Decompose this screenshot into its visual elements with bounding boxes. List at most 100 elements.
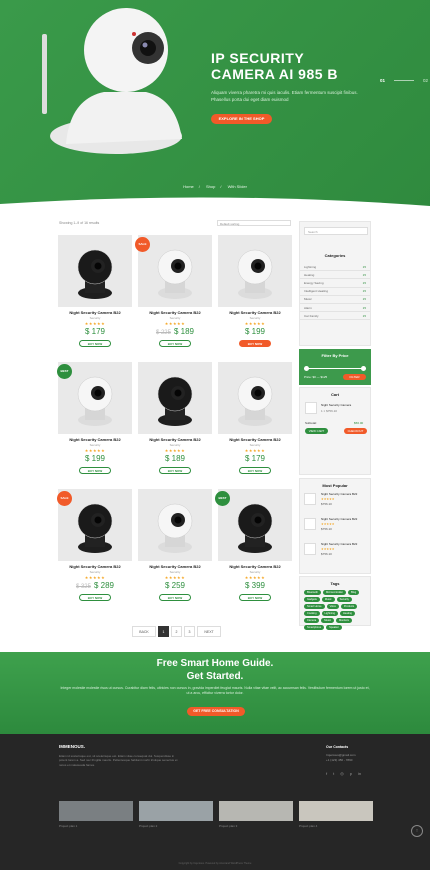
category-name[interactable]: Alarm [304,306,312,310]
tag-chip[interactable]: Monitors [336,618,352,623]
product-category[interactable]: Security [138,570,212,574]
popular-item[interactable]: Night Security Camera B22 ★★★★★ $756.10 [304,491,366,513]
popular-name[interactable]: Night Security Camera B22 [321,542,357,546]
tag-chip[interactable]: Voice [326,604,339,609]
search-input[interactable]: Search [304,227,368,235]
product-name[interactable]: Night Security Camera B22 [218,310,292,315]
facebook-icon[interactable]: f [326,771,327,776]
tag-chip[interactable]: Cooking [304,611,320,616]
project-label[interactable]: Project plan 1 [59,824,77,828]
buy-now-button[interactable]: BUY NOW [239,594,271,601]
slide-1[interactable]: 01 [380,78,385,83]
product-category[interactable]: Security [218,443,292,447]
scroll-top-icon[interactable]: ↑ [411,825,423,837]
slider-handle-max[interactable] [361,366,366,371]
product-name[interactable]: Night Security Camera B22 [138,564,212,569]
product-category[interactable]: Security [218,570,292,574]
product-card[interactable]: Night Security Camera B22 Security ★★★★★… [138,235,212,355]
project-label[interactable]: Project plan 2 [139,824,157,828]
twitter-icon[interactable]: t [333,771,334,776]
product-name[interactable]: Night Security Camera B22 [218,564,292,569]
product-image[interactable] [58,235,132,307]
popular-thumb[interactable] [304,493,316,505]
price-slider[interactable] [304,368,366,369]
popular-name[interactable]: Night Security Camera B22 [321,517,357,521]
product-name[interactable]: Night Security Camera B22 [218,437,292,442]
tag-chip[interactable]: Lightning [321,611,339,616]
product-category[interactable]: Security [218,316,292,320]
product-card[interactable]: Night Security Camera B22 Security ★★★★★… [58,489,132,609]
page-2[interactable]: 2 [171,626,182,637]
footer-logo[interactable]: IMMENOUS. [59,744,85,749]
buy-now-button[interactable]: BUY NOW [159,340,191,347]
product-name[interactable]: Night Security Camera B22 [58,564,132,569]
prev-page-button[interactable]: BACK [132,626,156,637]
explore-shop-button[interactable]: EXPLORE IN THE SHOP [211,114,272,124]
view-cart-button[interactable]: VIEW CART [305,428,328,434]
product-name[interactable]: Night Security Camera B22 [138,310,212,315]
category-item[interactable]: Lightning 15 [300,263,370,272]
popular-item[interactable]: Night Security Camera B22 ★★★★★ $756.10 [304,516,366,538]
product-category[interactable]: Security [58,570,132,574]
contact-phone[interactable]: +1 (123) 456 - 7890 [326,758,356,763]
pinterest-icon[interactable]: p [350,771,352,776]
tag-chip[interactable]: Heating [340,611,356,616]
buy-now-button[interactable]: BUY NOW [159,594,191,601]
product-card[interactable]: Night Security Camera B22 Security ★★★★★… [138,489,212,609]
filter-button[interactable]: FILTER [343,374,366,380]
popular-name[interactable]: Night Security Camera B22 [321,492,357,496]
tag-chip[interactable]: Bluetooth [304,590,321,595]
product-name[interactable]: Night Security Camera B22 [58,437,132,442]
slide-2[interactable]: 02 [423,78,428,83]
product-card[interactable]: Night Security Camera B22 Security ★★★★★… [58,362,132,482]
project-thumbnail[interactable] [299,801,373,821]
sort-select[interactable]: Default sorting [217,220,291,226]
product-name[interactable]: Night Security Camera B22 [58,310,132,315]
product-category[interactable]: Security [58,443,132,447]
free-consultation-button[interactable]: GET FREE CONSULTATION [187,707,245,716]
tag-chip[interactable]: Camera [304,618,320,623]
category-name[interactable]: Music [304,297,312,301]
product-category[interactable]: Security [138,316,212,320]
project-thumbnail[interactable] [139,801,213,821]
project-label[interactable]: Project plan 3 [219,824,237,828]
tag-chip[interactable]: Smart Home [304,604,325,609]
tag-chip[interactable]: Music [321,618,335,623]
product-category[interactable]: Security [58,316,132,320]
instagram-icon[interactable]: ◎ [340,771,344,776]
tag-chip[interactable]: Speaker [326,625,342,630]
project-thumbnail[interactable] [219,801,293,821]
category-item[interactable]: Energy Saving 15 [300,279,370,288]
breadcrumb-shop[interactable]: Shop [206,184,215,189]
popular-thumb[interactable] [304,543,316,555]
product-category[interactable]: Security [138,443,212,447]
product-image[interactable] [218,235,292,307]
project-label[interactable]: Project plan 4 [299,824,317,828]
buy-now-button[interactable]: BUY NOW [239,340,271,347]
product-card[interactable]: Night Security Camera B22 Security ★★★★★… [218,235,292,355]
tag-chip[interactable]: Microcontroller [322,590,346,595]
product-image[interactable] [218,362,292,434]
buy-now-button[interactable]: BUY NOW [159,467,191,474]
popular-thumb[interactable] [304,518,316,530]
buy-now-button[interactable]: BUY NOW [79,340,111,347]
tag-chip[interactable]: Blog [347,590,360,595]
buy-now-button[interactable]: BUY NOW [239,467,271,474]
category-item[interactable]: Heating 15 [300,271,370,280]
cart-item-name[interactable]: Night Security Camera [321,403,351,407]
tag-chip[interactable]: Music [321,597,335,602]
category-name[interactable]: Energy Saving [304,281,324,285]
checkout-button[interactable]: CHECKOUT [344,428,367,434]
page-3[interactable]: 3 [184,626,195,637]
category-name[interactable]: Intelligent Heating [304,289,328,293]
tag-chip[interactable]: Security [336,597,352,602]
buy-now-button[interactable]: BUY NOW [79,594,111,601]
category-item[interactable]: Car Family 15 [300,312,370,321]
buy-now-button[interactable]: BUY NOW [79,467,111,474]
product-image[interactable] [138,489,212,561]
category-item[interactable]: Alarm 15 [300,304,370,313]
category-item[interactable]: Music 15 [300,296,370,304]
popular-item[interactable]: Night Security Camera B22 ★★★★★ $756.10 [304,541,366,563]
tag-chip[interactable]: Gadgets [304,597,320,602]
product-card[interactable]: Night Security Camera B22 Security ★★★★★… [218,489,292,609]
